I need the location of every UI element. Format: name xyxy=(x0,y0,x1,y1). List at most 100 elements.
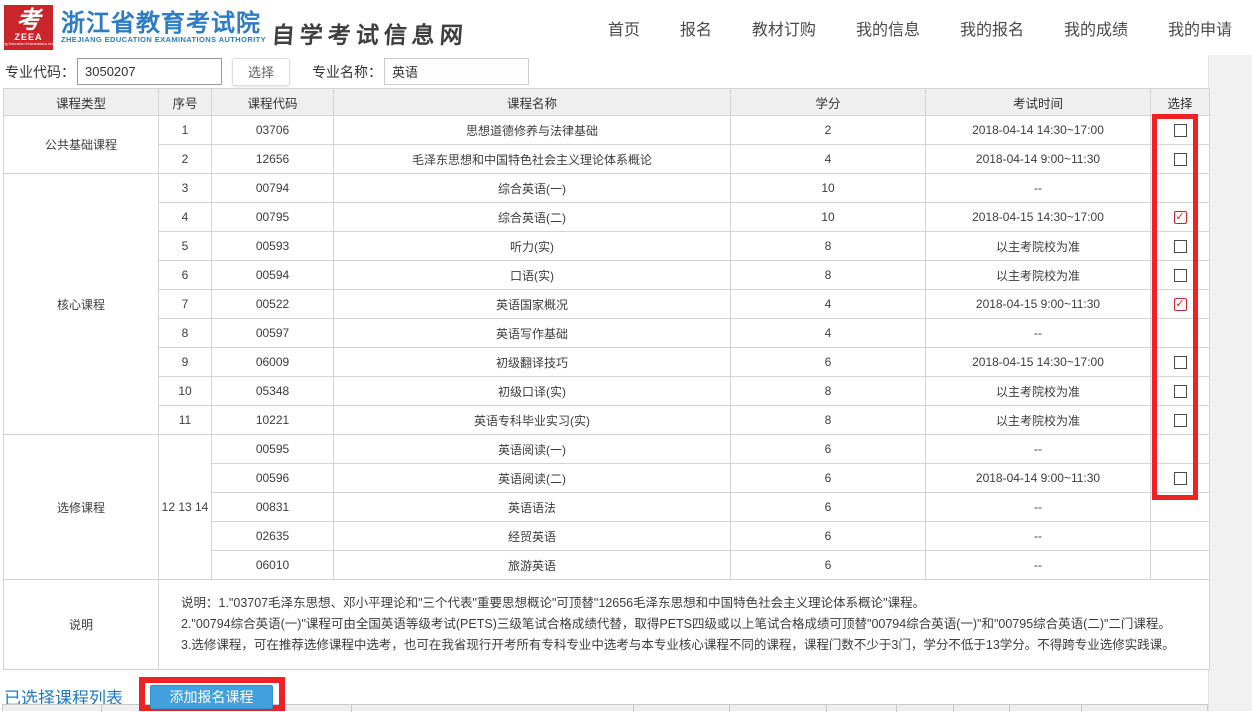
exam-time-cell: 2018-04-14 9:00~11:30 xyxy=(926,145,1151,174)
course-checkbox[interactable] xyxy=(1174,356,1187,369)
major-name-input[interactable] xyxy=(384,58,529,85)
course-code-cell: 00593 xyxy=(212,232,334,261)
note-line: 说明：1."03707毛泽东思想、邓小平理论和"三个代表"重要思想概论"可顶替"… xyxy=(181,593,1199,614)
seq-cell: 7 xyxy=(159,290,212,319)
seq-cell: 1 xyxy=(159,116,212,145)
notes-text-cell: 说明：1."03707毛泽东思想、邓小平理论和"三个代表"重要思想概论"可顶替"… xyxy=(159,580,1210,670)
course-table-header: 课程类型序号课程代码课程名称学分考试时间选择 xyxy=(4,89,1210,116)
course-name-cell: 英语专科毕业实习(实) xyxy=(334,406,731,435)
column-header: 课程名称 xyxy=(334,89,731,116)
column-header: 学分 xyxy=(731,89,926,116)
credit-cell: 6 xyxy=(731,522,926,551)
seq-cell: 4 xyxy=(159,203,212,232)
exam-time-cell: -- xyxy=(926,493,1151,522)
credit-cell: 4 xyxy=(731,319,926,348)
exam-time-cell: -- xyxy=(926,319,1151,348)
credit-cell: 4 xyxy=(731,290,926,319)
select-cell xyxy=(1151,551,1210,580)
exam-time-cell: 2018-04-14 9:00~11:30 xyxy=(926,464,1151,493)
credit-cell: 6 xyxy=(731,493,926,522)
course-table: 课程类型序号课程代码课程名称学分考试时间选择 公共基础课程103706思想道德修… xyxy=(3,88,1210,670)
select-major-button[interactable]: 选择 xyxy=(232,58,290,86)
course-checkbox[interactable]: ✓ xyxy=(1174,298,1187,311)
major-select-form: 专业代码： 选择 专业名称： xyxy=(0,55,1208,88)
course-checkbox[interactable] xyxy=(1174,240,1187,253)
credit-cell: 10 xyxy=(731,203,926,232)
course-code-cell: 00596 xyxy=(212,464,334,493)
exam-time-cell: -- xyxy=(926,435,1151,464)
zeea-logo-icon: 考 ZEEA Zhejiang Education Examinations A… xyxy=(4,5,53,50)
course-code-cell: 02635 xyxy=(212,522,334,551)
credit-cell: 8 xyxy=(731,406,926,435)
course-checkbox[interactable]: ✓ xyxy=(1174,211,1187,224)
org-name-cn: 浙江省教育考试院 xyxy=(61,11,266,36)
select-cell xyxy=(1151,348,1210,377)
column-header: 课程类型 xyxy=(4,89,159,116)
course-name-cell: 听力(实) xyxy=(334,232,731,261)
table-row: 400795综合英语(二)102018-04-15 14:30~17:00✓ xyxy=(4,203,1210,232)
course-code-cell: 05348 xyxy=(212,377,334,406)
select-cell: ✓ xyxy=(1151,203,1210,232)
course-name-cell: 初级口译(实) xyxy=(334,377,731,406)
course-checkbox[interactable] xyxy=(1174,153,1187,166)
add-registration-course-button[interactable]: 添加报名课程 xyxy=(150,685,273,709)
course-checkbox[interactable] xyxy=(1174,124,1187,137)
credit-cell: 10 xyxy=(731,174,926,203)
seq-cell: 9 xyxy=(159,348,212,377)
course-name-cell: 英语写作基础 xyxy=(334,319,731,348)
exam-time-cell: 2018-04-14 14:30~17:00 xyxy=(926,116,1151,145)
select-cell xyxy=(1151,145,1210,174)
credit-cell: 8 xyxy=(731,377,926,406)
exam-time-cell: -- xyxy=(926,174,1151,203)
course-checkbox[interactable] xyxy=(1174,269,1187,282)
select-cell xyxy=(1151,493,1210,522)
course-name-cell: 英语阅读(一) xyxy=(334,435,731,464)
credit-cell: 2 xyxy=(731,116,926,145)
course-code-cell: 00522 xyxy=(212,290,334,319)
page: 考 ZEEA Zhejiang Education Examinations A… xyxy=(0,0,1252,711)
course-name-cell: 英语国家概况 xyxy=(334,290,731,319)
table-row: 800597英语写作基础4-- xyxy=(4,319,1210,348)
major-name-label: 专业名称： xyxy=(312,62,382,82)
course-checkbox[interactable] xyxy=(1174,472,1187,485)
course-code-cell: 03706 xyxy=(212,116,334,145)
seq-cell-merged: 12 13 14 xyxy=(159,435,212,580)
select-cell: ✓ xyxy=(1151,290,1210,319)
nav-item-7[interactable]: 我的申请 xyxy=(1168,16,1232,40)
credit-cell: 8 xyxy=(731,261,926,290)
course-name-cell: 口语(实) xyxy=(334,261,731,290)
credit-cell: 6 xyxy=(731,435,926,464)
org-title-block: 浙江省教育考试院 ZHEJIANG EDUCATION EXAMINATIONS… xyxy=(61,11,266,44)
seq-cell: 3 xyxy=(159,174,212,203)
course-checkbox[interactable] xyxy=(1174,414,1187,427)
seq-cell: 2 xyxy=(159,145,212,174)
nav-item-3[interactable]: 教材订购 xyxy=(752,16,816,40)
credit-cell: 4 xyxy=(731,145,926,174)
course-code-cell: 00831 xyxy=(212,493,334,522)
nav-item-2[interactable]: 报名 xyxy=(680,16,712,40)
course-name-cell: 综合英语(二) xyxy=(334,203,731,232)
major-code-input[interactable] xyxy=(77,58,222,85)
table-row: 212656毛泽东思想和中国特色社会主义理论体系概论42018-04-14 9:… xyxy=(4,145,1210,174)
column-header: 选择 xyxy=(1151,89,1210,116)
select-cell xyxy=(1151,116,1210,145)
exam-time-cell: 以主考院校为准 xyxy=(926,232,1151,261)
course-name-cell: 经贸英语 xyxy=(334,522,731,551)
nav-item-1[interactable]: 首页 xyxy=(608,16,640,40)
exam-time-cell: 2018-04-15 14:30~17:00 xyxy=(926,203,1151,232)
page-right-gutter xyxy=(1208,55,1252,711)
credit-cell: 6 xyxy=(731,464,926,493)
course-type-cell: 核心课程 xyxy=(4,174,159,435)
note-line: 3.选修课程，可在推荐选修课程中选考，也可在我省现行开考所有专科专业中选考与本专… xyxy=(181,635,1199,656)
course-checkbox[interactable] xyxy=(1174,385,1187,398)
course-code-cell: 00794 xyxy=(212,174,334,203)
notes-label-cell: 说明 xyxy=(4,580,159,670)
course-type-cell: 公共基础课程 xyxy=(4,116,159,174)
table-row: 公共基础课程103706思想道德修养与法律基础22018-04-14 14:30… xyxy=(4,116,1210,145)
credit-cell: 8 xyxy=(731,232,926,261)
nav-item-5[interactable]: 我的报名 xyxy=(960,16,1024,40)
nav-item-4[interactable]: 我的信息 xyxy=(856,16,920,40)
select-cell xyxy=(1151,377,1210,406)
nav-item-6[interactable]: 我的成绩 xyxy=(1064,16,1128,40)
select-cell xyxy=(1151,261,1210,290)
